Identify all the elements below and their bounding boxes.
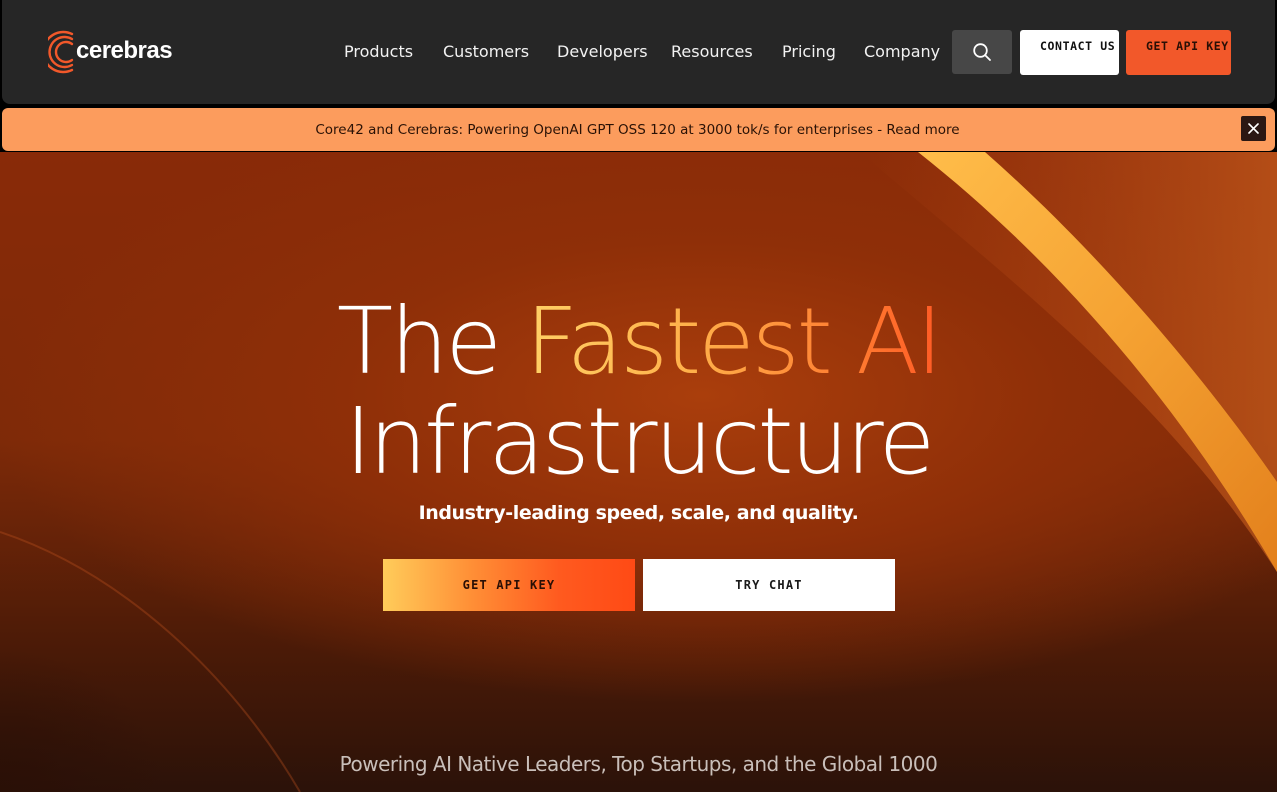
nav-link-resources[interactable]: Resources [671,40,782,64]
hero-title-accent: Fastest AI [525,288,943,395]
hero-title-line-1: The Fastest AI [0,292,1277,392]
get-api-key-button[interactable]: GET API KEY [383,559,635,611]
try-chat-button[interactable]: TRY CHAT [643,559,895,611]
nav-link-customers[interactable]: Customers [443,40,557,64]
banner-close-button[interactable] [1241,116,1266,141]
announcement-link[interactable]: Core42 and Cerebras: Powering OpenAI GPT… [315,122,959,138]
hero-subtitle: Industry-leading speed, scale, and quali… [418,502,859,524]
page: cerebras Products Customers Developers R… [0,0,1277,792]
search-button[interactable] [952,30,1012,74]
contact-us-button[interactable]: CONTACT US [1020,30,1119,75]
nav-link-products[interactable]: Products [344,40,443,64]
nav-link-company[interactable]: Company [864,40,944,64]
get-api-key-nav-button[interactable]: GET API KEY [1126,30,1231,75]
nav-link-developers[interactable]: Developers [557,40,671,64]
hero-title-line-2: Infrastructure [344,388,936,495]
brand-name: cerebras [76,36,173,64]
nav-link-pricing[interactable]: Pricing [782,40,864,64]
search-icon [973,43,991,61]
main-menu: Products Customers Developers Resources … [344,40,944,64]
close-icon [1248,123,1259,134]
top-navigation: cerebras Products Customers Developers R… [2,0,1275,104]
hero-section: The Fastest AI Infrastructure Industry-l… [0,152,1277,792]
hero-title-word: The [336,288,502,395]
announcement-banner: Core42 and Cerebras: Powering OpenAI GPT… [2,108,1275,151]
cerebras-logo[interactable]: cerebras [48,28,173,76]
customers-tagline: Powering AI Native Leaders, Top Startups… [339,752,938,776]
